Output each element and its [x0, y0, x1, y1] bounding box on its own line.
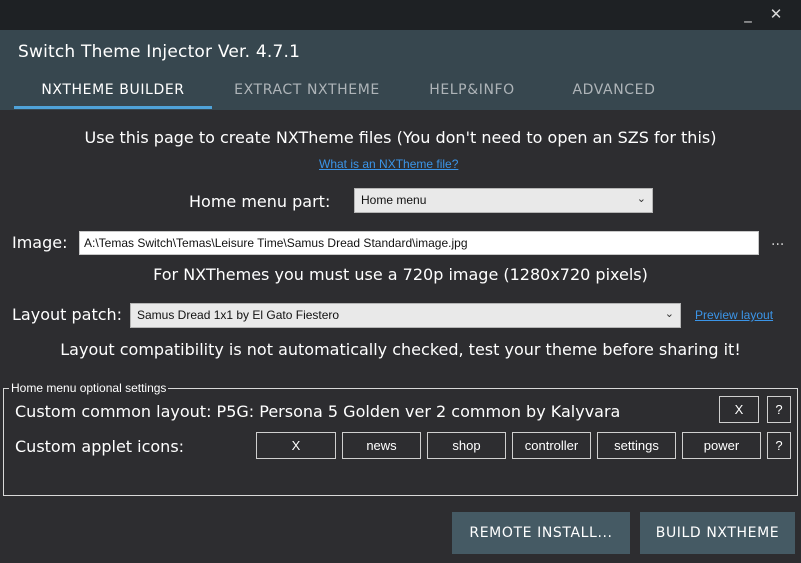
applet-shop-button[interactable]: shop: [427, 432, 506, 459]
applet-settings-button[interactable]: settings: [597, 432, 676, 459]
image-size-note: For NXThemes you must use a 720p image (…: [153, 265, 648, 284]
preview-layout-link[interactable]: Preview layout: [695, 308, 773, 322]
what-is-nxtheme-link[interactable]: What is an NXTheme file?: [319, 157, 458, 171]
close-button[interactable]: ✕: [766, 4, 786, 24]
tab-extract-nxtheme[interactable]: EXTRACT NXTHEME: [212, 82, 402, 110]
browse-image-button[interactable]: ...: [771, 233, 784, 249]
layout-patch-value: Samus Dread 1x1 by El Gato Fiestero: [137, 308, 340, 322]
build-nxtheme-button[interactable]: BUILD NXTHEME: [640, 512, 795, 554]
header: Switch Theme Injector Ver. 4.7.1 NXTHEME…: [0, 30, 801, 110]
image-path-input[interactable]: A:\Temas Switch\Temas\Leisure Time\Samus…: [79, 231, 759, 255]
custom-common-layout-label: Custom common layout: P5G: Persona 5 Gol…: [15, 402, 621, 421]
applet-news-button[interactable]: news: [342, 432, 421, 459]
title-bar: _ ✕: [0, 0, 801, 30]
chevron-down-icon: ⌄: [636, 193, 646, 205]
home-menu-part-select[interactable]: Home menu ⌄: [354, 188, 653, 213]
clear-common-layout-button[interactable]: X: [719, 396, 759, 423]
home-menu-part-label: Home menu part:: [189, 192, 331, 211]
layout-compatibility-warning: Layout compatibility is not automaticall…: [60, 340, 741, 359]
app-title: Switch Theme Injector Ver. 4.7.1: [18, 42, 301, 62]
applet-icons-help-button[interactable]: ?: [767, 432, 791, 459]
applet-controller-button[interactable]: controller: [512, 432, 591, 459]
intro-text: Use this page to create NXTheme files (Y…: [84, 128, 717, 147]
layout-patch-select[interactable]: Samus Dread 1x1 by El Gato Fiestero ⌄: [130, 303, 681, 328]
applet-clear-button[interactable]: X: [256, 432, 336, 459]
layout-patch-label: Layout patch:: [12, 305, 123, 324]
chevron-down-icon: ⌄: [664, 308, 674, 320]
remote-install-button[interactable]: REMOTE INSTALL...: [452, 512, 630, 554]
image-label: Image:: [12, 233, 68, 252]
active-tab-indicator: [14, 106, 212, 109]
common-layout-help-button[interactable]: ?: [767, 396, 791, 423]
applet-power-button[interactable]: power: [682, 432, 761, 459]
home-menu-part-value: Home menu: [361, 193, 427, 207]
minimize-button[interactable]: _: [738, 4, 758, 24]
tab-help-info[interactable]: HELP&INFO: [402, 82, 542, 110]
custom-applet-icons-label: Custom applet icons:: [15, 437, 185, 456]
tab-advanced[interactable]: ADVANCED: [542, 82, 686, 110]
optional-settings-legend: Home menu optional settings: [9, 381, 169, 395]
